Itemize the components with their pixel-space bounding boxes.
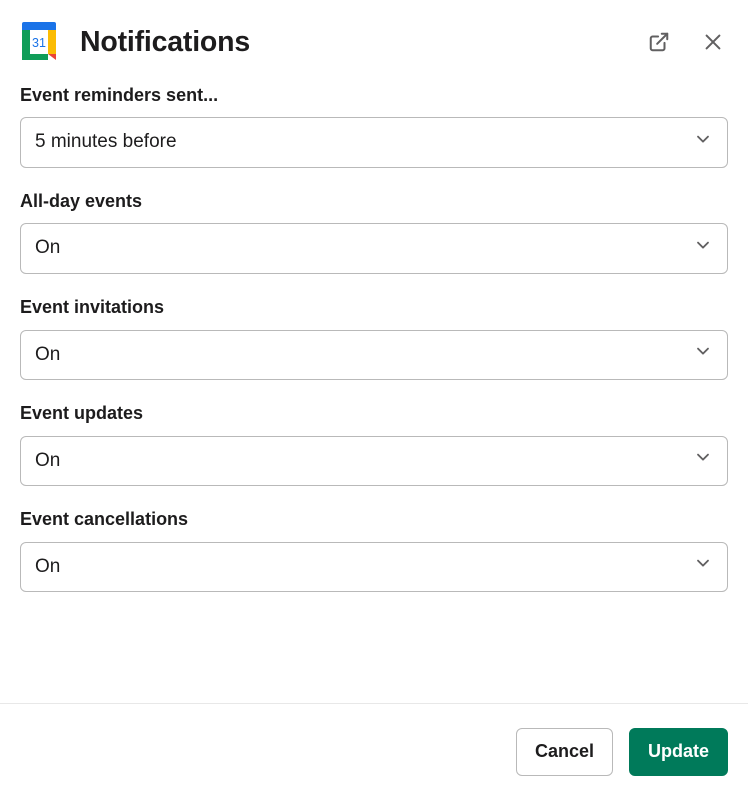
field-label: Event invitations	[20, 296, 728, 319]
event-reminders-select[interactable]: 5 minutes before	[20, 117, 728, 168]
field-label: Event updates	[20, 402, 728, 425]
page-title: Notifications	[80, 26, 628, 59]
external-link-icon	[648, 31, 670, 53]
svg-text:31: 31	[32, 36, 46, 50]
update-button[interactable]: Update	[629, 728, 728, 776]
chevron-down-icon	[693, 129, 713, 157]
field-label: Event cancellations	[20, 508, 728, 531]
event-updates-select[interactable]: On	[20, 436, 728, 487]
cancel-button[interactable]: Cancel	[516, 728, 613, 776]
field-label: Event reminders sent...	[20, 84, 728, 107]
google-calendar-icon: 31	[20, 20, 64, 64]
modal-footer: Cancel Update	[0, 703, 748, 800]
field-all-day-events: All-day events On	[20, 190, 728, 274]
chevron-down-icon	[693, 553, 713, 581]
event-invitations-select[interactable]: On	[20, 330, 728, 381]
open-external-button[interactable]	[644, 27, 674, 57]
field-event-updates: Event updates On	[20, 402, 728, 486]
field-event-invitations: Event invitations On	[20, 296, 728, 380]
select-value: On	[35, 555, 60, 580]
modal-header: 31 Notifications	[0, 0, 748, 84]
close-icon	[702, 31, 724, 53]
all-day-events-select[interactable]: On	[20, 223, 728, 274]
chevron-down-icon	[693, 341, 713, 369]
field-label: All-day events	[20, 190, 728, 213]
close-button[interactable]	[698, 27, 728, 57]
chevron-down-icon	[693, 235, 713, 263]
modal-body: Event reminders sent... 5 minutes before…	[0, 84, 748, 592]
event-cancellations-select[interactable]: On	[20, 542, 728, 593]
select-value: On	[35, 449, 60, 474]
field-event-reminders: Event reminders sent... 5 minutes before	[20, 84, 728, 168]
header-actions	[644, 27, 728, 57]
select-value: 5 minutes before	[35, 130, 177, 155]
field-event-cancellations: Event cancellations On	[20, 508, 728, 592]
select-value: On	[35, 236, 60, 261]
select-value: On	[35, 343, 60, 368]
chevron-down-icon	[693, 447, 713, 475]
